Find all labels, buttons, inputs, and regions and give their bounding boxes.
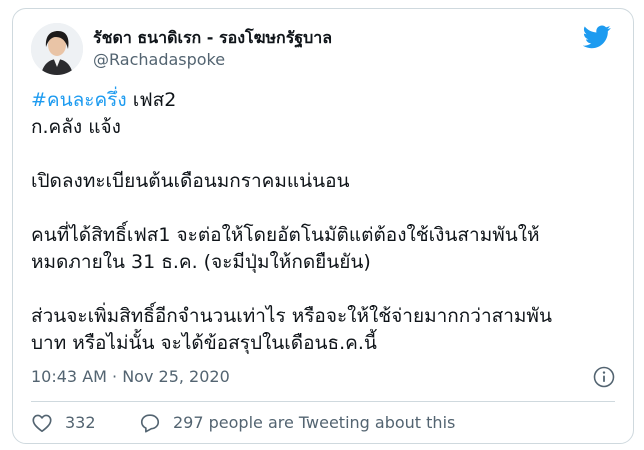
tweet-header: รัชดา ธนาดิเรก - รองโฆษกรัฐบาล @Rachadas…	[31, 23, 615, 77]
tweet-text: #คนละครึ่ง เฟส2 ก.คลัง แจ้ง เปิดลงทะเบีย…	[31, 87, 611, 357]
tweet-meta: 10:43 AM · Nov 25, 2020	[31, 364, 615, 390]
tweet-line-6: ส่วนจะเพิ่มสิทธิ์อีกจำนวนเท่าไร หรือจะให…	[31, 305, 552, 327]
author-display-name[interactable]: รัชดา ธนาดิเรก - รองโฆษกรัฐบาล	[93, 27, 332, 49]
tweet-card[interactable]: รัชดา ธนาดิเรก - รองโฆษกรัฐบาล @Rachadas…	[12, 8, 634, 444]
twitter-bird-icon[interactable]	[582, 25, 611, 49]
tweet-timestamp[interactable]: 10:43 AM · Nov 25, 2020	[31, 367, 230, 386]
tweet-actions: 332 297 people are Tweeting about this	[31, 409, 615, 437]
author-block[interactable]: รัชดา ธนาดิเรก - รองโฆษกรัฐบาล @Rachadas…	[93, 27, 332, 71]
info-icon[interactable]	[593, 366, 615, 388]
like-count: 332	[65, 413, 96, 432]
tweet-line-7: บาท หรือไม่นั้น จะได้ข้อสรุปในเดือนธ.ค.น…	[31, 332, 377, 354]
tweet-line-1-rest: เฟส2	[126, 89, 177, 111]
author-handle[interactable]: @Rachadaspoke	[93, 49, 332, 71]
heart-icon	[31, 412, 53, 434]
divider	[31, 401, 615, 402]
tweeting-about-text: 297 people are Tweeting about this	[173, 413, 456, 432]
tweet-line-4: คนที่ได้สิทธิ์เฟส1 จะต่อให้โดยอัตโนมัติแ…	[31, 224, 540, 246]
tweet-line-5: หมดภายใน 31 ธ.ค. (จะมีปุ่มให้กดยืนยัน)	[31, 251, 371, 273]
tweet-line-1: #คนละครึ่ง เฟส2	[31, 87, 611, 114]
avatar[interactable]	[31, 23, 83, 75]
tweet-line-3: เปิดลงทะเบียนต้นเดือนมกราคมแน่นอน	[31, 170, 350, 192]
hashtag-link[interactable]: #คนละครึ่ง	[31, 89, 127, 111]
reply-tweeting-button[interactable]: 297 people are Tweeting about this	[139, 409, 455, 437]
like-button[interactable]: 332	[31, 409, 96, 437]
tweet-line-2: ก.คลัง แจ้ง	[31, 116, 121, 138]
speech-bubble-icon	[139, 412, 161, 434]
